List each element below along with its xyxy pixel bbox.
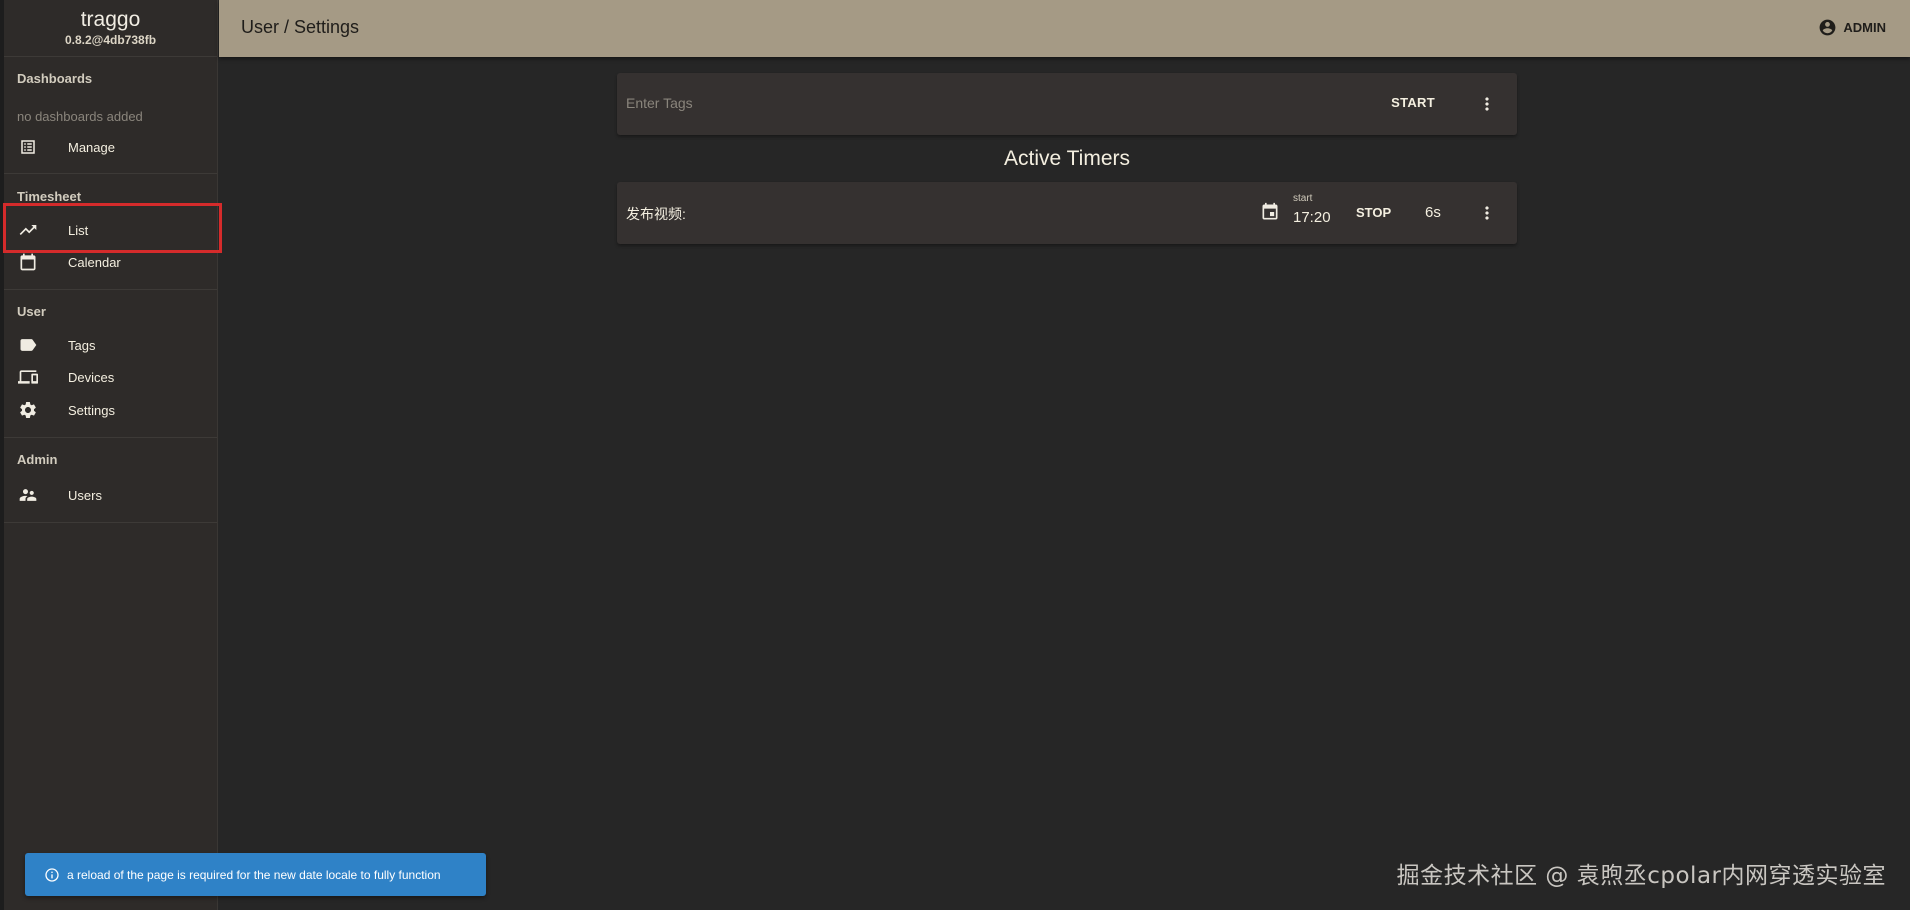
sidebar-item-label: Tags [68, 337, 96, 353]
notification-snackbar: a reload of the page is required for the… [25, 853, 486, 896]
no-dashboards-text: no dashboards added [17, 109, 143, 124]
section-title-user: User [17, 304, 46, 319]
section-title-dashboards: Dashboards [17, 71, 93, 86]
timer-tags[interactable]: 发布视频: [626, 204, 686, 224]
dashboards-section: Dashboards no dashboards added Manage [4, 57, 217, 174]
calendar-icon[interactable] [1260, 202, 1280, 222]
start-button[interactable]: START [1391, 95, 1435, 110]
account-circle-icon [1819, 19, 1836, 36]
more-vert-icon[interactable] [1477, 94, 1497, 114]
timer-row: 发布视频: start 17:20 STOP 6s [617, 182, 1517, 244]
info-icon [44, 867, 60, 883]
sidebar-item-devices[interactable]: Devices [4, 362, 217, 392]
section-title-admin: Admin [17, 452, 58, 467]
calendar-icon [18, 252, 38, 272]
notification-message: a reload of the page is required for the… [67, 867, 441, 882]
user-section: User Tags Devices Settings [4, 290, 217, 438]
gear-icon [18, 400, 38, 420]
section-title-timesheet: Timesheet [17, 189, 82, 204]
sidebar-item-label: Devices [68, 369, 115, 385]
app-title: traggo [80, 8, 141, 31]
sidebar-item-users[interactable]: Users [4, 480, 217, 510]
sidebar-item-settings[interactable]: Settings [4, 395, 217, 425]
admin-section: Admin Users [4, 438, 217, 523]
table-list-icon [18, 137, 38, 157]
more-vert-icon[interactable] [1477, 203, 1497, 223]
users-icon [18, 485, 38, 505]
timer-elapsed: 6s [1425, 204, 1441, 221]
sidebar-item-tags[interactable]: Tags [4, 330, 217, 360]
app-window: traggo 0.8.2@4db738fb Dashboards no dash… [0, 0, 1910, 910]
timer-start-label: start [1293, 193, 1313, 204]
stop-button[interactable]: STOP [1356, 205, 1391, 220]
breadcrumb: User / Settings [241, 17, 360, 37]
highlight-annotation [3, 203, 222, 253]
tag-input-bar: Enter Tags START [617, 73, 1517, 135]
tag-input[interactable]: Enter Tags [626, 95, 693, 111]
app-version: 0.8.2@4db738fb [64, 33, 157, 47]
active-timers-heading: Active Timers [1003, 147, 1131, 170]
devices-icon [18, 367, 38, 387]
tag-icon [18, 335, 38, 355]
sidebar-item-label: Manage [68, 139, 115, 155]
timer-start-time[interactable]: 17:20 [1293, 209, 1331, 226]
sidebar: traggo 0.8.2@4db738fb Dashboards no dash… [4, 0, 218, 910]
sidebar-item-manage[interactable]: Manage [4, 132, 217, 162]
brand: traggo 0.8.2@4db738fb [4, 0, 217, 57]
sidebar-item-label: Users [68, 487, 102, 503]
account-button[interactable]: ADMIN [1818, 18, 1886, 37]
sidebar-item-label: Settings [68, 402, 115, 418]
sidebar-item-label: Calendar [68, 254, 121, 270]
account-label: ADMIN [1843, 20, 1886, 35]
top-bar: User / Settings ADMIN [219, 0, 1910, 57]
watermark: 掘金技术社区 @ 袁煦丞cpolar内网穿透实验室 [1396, 863, 1886, 889]
